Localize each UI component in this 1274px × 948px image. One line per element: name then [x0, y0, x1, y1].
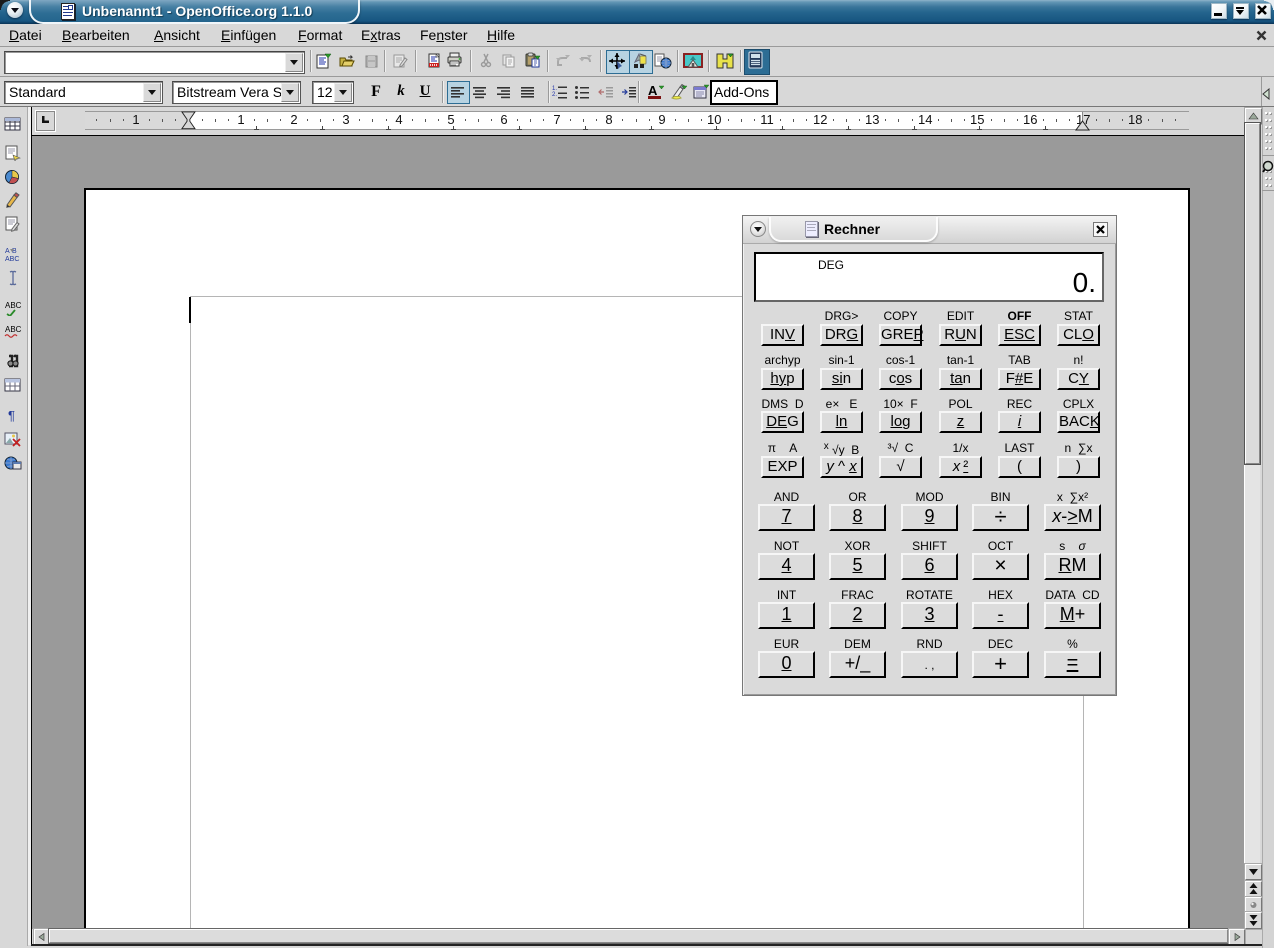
svg-text:ABC: ABC: [5, 256, 19, 262]
svg-text:A: A: [648, 83, 658, 98]
svg-text:A: A: [5, 248, 10, 255]
svg-text:ABC: ABC: [5, 325, 22, 334]
svg-text:ABC: ABC: [5, 301, 22, 310]
svg-text:2.: 2.: [552, 92, 557, 98]
svg-text:¶: ¶: [8, 408, 15, 423]
